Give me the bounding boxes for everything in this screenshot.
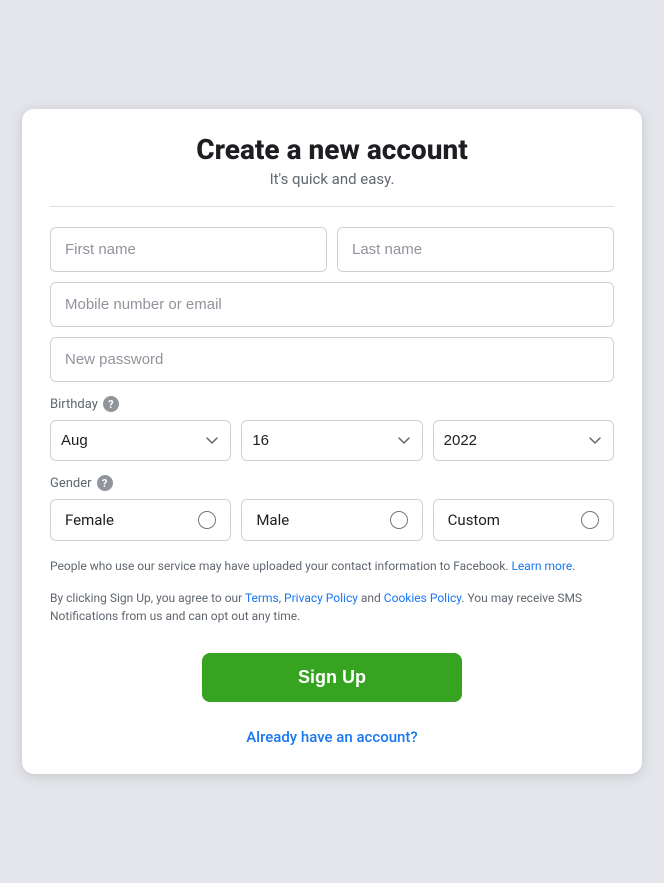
month-select[interactable]: Jan Feb Mar Apr May Jun Jul Aug Sep Oct …: [50, 420, 231, 461]
page-title: Create a new account: [50, 133, 614, 166]
gender-female-option[interactable]: Female: [50, 499, 231, 541]
gender-custom-label: Custom: [448, 511, 500, 529]
birthday-help-icon[interactable]: ?: [103, 396, 119, 412]
gender-options: Female Male Custom: [50, 499, 614, 541]
gender-section: Gender ? Female Male Custom: [50, 475, 614, 541]
signup-button[interactable]: Sign Up: [202, 653, 462, 702]
birthday-section: Birthday ? Jan Feb Mar Apr May Jun Jul A…: [50, 396, 614, 461]
password-input[interactable]: [50, 337, 614, 382]
gender-custom-radio[interactable]: [581, 511, 599, 529]
gender-female-radio[interactable]: [198, 511, 216, 529]
terms-link[interactable]: Terms: [245, 591, 279, 605]
gender-help-icon[interactable]: ?: [97, 475, 113, 491]
terms-notice: By clicking Sign Up, you agree to our Te…: [50, 589, 614, 625]
login-link[interactable]: Already have an account?: [50, 728, 614, 746]
privacy-link[interactable]: Privacy Policy: [284, 591, 358, 605]
day-select[interactable]: 1234 5678 9101112 13141516 17181920 2122…: [241, 420, 422, 461]
card-header: Create a new account It's quick and easy…: [50, 133, 614, 207]
learn-more-link[interactable]: Learn more: [511, 559, 572, 573]
email-input[interactable]: [50, 282, 614, 327]
last-name-input[interactable]: [337, 227, 614, 272]
birthday-selects: Jan Feb Mar Apr May Jun Jul Aug Sep Oct …: [50, 420, 614, 461]
name-row: [50, 227, 614, 272]
gender-male-radio[interactable]: [390, 511, 408, 529]
gender-custom-option[interactable]: Custom: [433, 499, 614, 541]
cookies-link[interactable]: Cookies Policy: [384, 591, 462, 605]
contact-notice: People who use our service may have uplo…: [50, 557, 614, 575]
signup-card: Create a new account It's quick and easy…: [22, 109, 642, 774]
gender-female-label: Female: [65, 511, 114, 529]
page-subtitle: It's quick and easy.: [50, 170, 614, 188]
signup-form: Birthday ? Jan Feb Mar Apr May Jun Jul A…: [50, 227, 614, 746]
birthday-label: Birthday ?: [50, 396, 614, 412]
gender-male-label: Male: [256, 511, 289, 529]
year-select[interactable]: 2022 202120202019 201820172016 201520102…: [433, 420, 614, 461]
first-name-input[interactable]: [50, 227, 327, 272]
gender-label: Gender ?: [50, 475, 614, 491]
gender-male-option[interactable]: Male: [241, 499, 422, 541]
